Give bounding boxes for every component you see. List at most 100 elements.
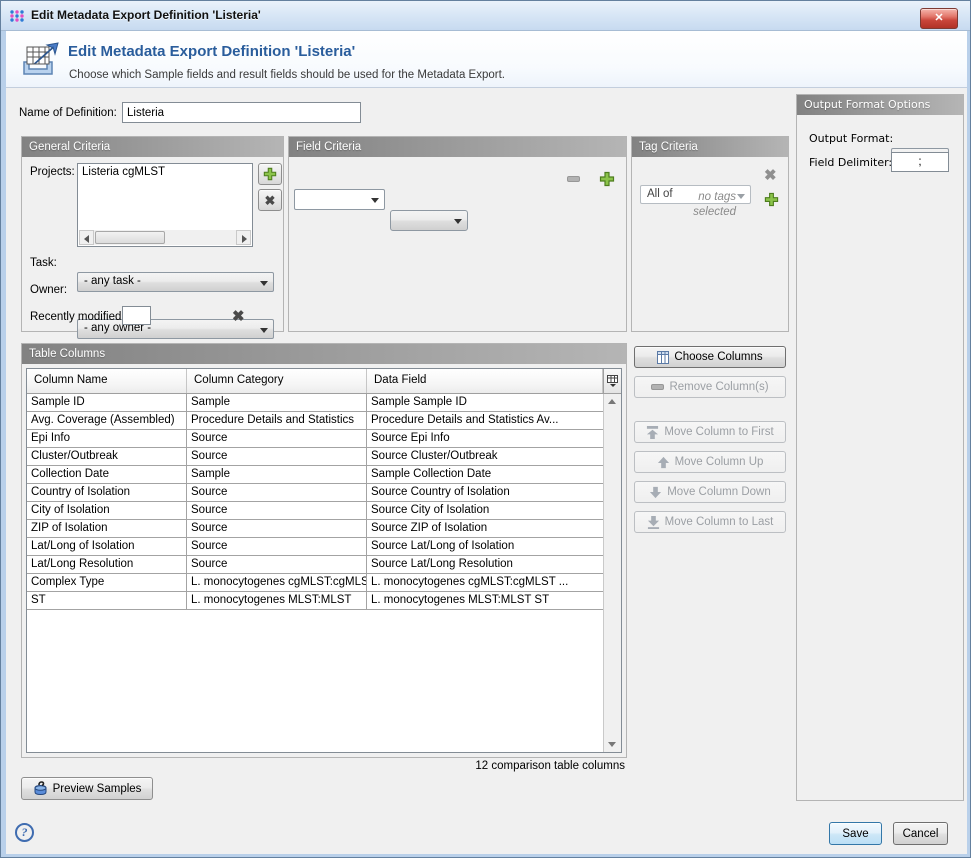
scroll-up-icon[interactable] bbox=[604, 394, 620, 409]
table-row[interactable]: Collection DateSampleSample Collection D… bbox=[27, 466, 603, 484]
clear-tags-icon[interactable]: ✖ bbox=[764, 168, 777, 183]
cancel-label: Cancel bbox=[903, 828, 939, 840]
task-dropdown[interactable]: - any task - bbox=[77, 272, 274, 292]
table-cell: L. monocytogenes MLST:MLST ST bbox=[367, 592, 603, 609]
table-row[interactable]: Lat/Long of IsolationSourceSource Lat/Lo… bbox=[27, 538, 603, 556]
recently-modified-input[interactable] bbox=[122, 306, 151, 325]
projects-horizontal-scrollbar[interactable] bbox=[79, 230, 251, 245]
tag-criteria-title: Tag Criteria bbox=[632, 137, 788, 157]
table-cell: Procedure Details and Statistics bbox=[187, 412, 367, 429]
field-dropdown[interactable] bbox=[294, 189, 385, 210]
table-cell: Source bbox=[187, 484, 367, 501]
preview-samples-label: Preview Samples bbox=[53, 783, 142, 795]
page-subtitle: Choose which Sample fields and result fi… bbox=[69, 69, 505, 81]
table-vertical-scrollbar[interactable] bbox=[603, 394, 621, 752]
arrow-down-icon bbox=[649, 486, 662, 499]
column-chooser-button[interactable] bbox=[603, 369, 621, 393]
output-format-label: Output Format: bbox=[809, 132, 893, 145]
table-row[interactable]: Lat/Long ResolutionSourceSource Lat/Long… bbox=[27, 556, 603, 574]
remove-project-button[interactable]: ✖ bbox=[258, 189, 282, 211]
preview-icon bbox=[33, 781, 48, 796]
remove-columns-button[interactable]: Remove Column(s) bbox=[634, 376, 786, 398]
window-title: Edit Metadata Export Definition 'Listeri… bbox=[31, 8, 261, 22]
recently-modified-label: Recently modified: bbox=[30, 311, 125, 323]
table-row[interactable]: ZIP of IsolationSourceSource ZIP of Isol… bbox=[27, 520, 603, 538]
move-column-first-button[interactable]: Move Column to First bbox=[634, 421, 786, 443]
arrow-to-top-icon bbox=[646, 426, 659, 439]
table-cell: Source City of Isolation bbox=[367, 502, 603, 519]
no-tags-text: no tags selected bbox=[672, 190, 736, 220]
table-cell: Complex Type bbox=[27, 574, 187, 591]
table-row[interactable]: Sample IDSampleSample Sample ID bbox=[27, 394, 603, 412]
page-title: Edit Metadata Export Definition 'Listeri… bbox=[68, 43, 355, 60]
scroll-down-icon[interactable] bbox=[604, 737, 620, 752]
move-column-down-button[interactable]: Move Column Down bbox=[634, 481, 786, 503]
preview-samples-button[interactable]: Preview Samples bbox=[21, 777, 153, 800]
table-row[interactable]: Country of IsolationSourceSource Country… bbox=[27, 484, 603, 502]
table-cell: L. monocytogenes MLST:MLST bbox=[187, 592, 367, 609]
table-row[interactable]: Epi InfoSourceSource Epi Info bbox=[27, 430, 603, 448]
close-icon: ✕ bbox=[934, 12, 943, 24]
table-row[interactable]: City of IsolationSourceSource City of Is… bbox=[27, 502, 603, 520]
table-cell: Sample bbox=[187, 466, 367, 483]
table-row[interactable]: Avg. Coverage (Assembled)Procedure Detai… bbox=[27, 412, 603, 430]
move-column-up-button[interactable]: Move Column Up bbox=[634, 451, 786, 473]
dialog-window: Edit Metadata Export Definition 'Listeri… bbox=[0, 0, 971, 858]
choose-columns-label: Choose Columns bbox=[674, 351, 762, 363]
table-cell: City of Isolation bbox=[27, 502, 187, 519]
clear-recently-modified-icon[interactable]: ✖ bbox=[232, 309, 245, 324]
move-column-last-label: Move Column to Last bbox=[665, 516, 774, 528]
add-criterion-icon[interactable] bbox=[599, 171, 615, 187]
close-button[interactable]: ✕ bbox=[920, 8, 958, 29]
scroll-left-icon[interactable] bbox=[79, 230, 94, 245]
move-column-down-label: Move Column Down bbox=[667, 486, 771, 498]
scroll-right-icon[interactable] bbox=[236, 230, 251, 245]
operator-dropdown[interactable] bbox=[390, 210, 468, 231]
table-cell: Source bbox=[187, 556, 367, 573]
table-cell: Sample bbox=[187, 394, 367, 411]
columns-table: Column Name Column Category Data Field S… bbox=[26, 368, 622, 753]
table-cell: Source bbox=[187, 538, 367, 555]
task-value: - any task - bbox=[84, 275, 141, 287]
scrollbar-thumb[interactable] bbox=[95, 231, 165, 244]
table-cell: Source Lat/Long Resolution bbox=[367, 556, 603, 573]
plus-icon bbox=[263, 167, 277, 181]
move-column-last-button[interactable]: Move Column to Last bbox=[634, 511, 786, 533]
table-cell: Source ZIP of Isolation bbox=[367, 520, 603, 537]
move-column-up-label: Move Column Up bbox=[675, 456, 764, 468]
table-cell: Lat/Long Resolution bbox=[27, 556, 187, 573]
table-cell: Source bbox=[187, 520, 367, 537]
projects-list[interactable]: Listeria cgMLST bbox=[77, 163, 253, 247]
tag-mode-value: All of bbox=[647, 188, 673, 200]
definition-name-label: Name of Definition: bbox=[19, 107, 117, 119]
metadata-export-icon bbox=[20, 40, 62, 78]
add-tag-icon[interactable] bbox=[764, 192, 779, 207]
arrow-up-icon bbox=[657, 456, 670, 469]
table-row[interactable]: Complex TypeL. monocytogenes cgMLST:cgML… bbox=[27, 574, 603, 592]
field-delimiter-input[interactable] bbox=[891, 152, 949, 172]
table-row[interactable]: STL. monocytogenes MLST:MLSTL. monocytog… bbox=[27, 592, 603, 610]
column-header-category[interactable]: Column Category bbox=[187, 369, 367, 393]
choose-columns-button[interactable]: Choose Columns bbox=[634, 346, 786, 368]
title-bar[interactable]: Edit Metadata Export Definition 'Listeri… bbox=[1, 1, 970, 31]
save-button[interactable]: Save bbox=[829, 822, 882, 845]
output-format-panel: Output Format Options Output Format: CSV… bbox=[796, 94, 964, 801]
cancel-button[interactable]: Cancel bbox=[893, 822, 948, 845]
column-header-name[interactable]: Column Name bbox=[27, 369, 187, 393]
field-delimiter-label: Field Delimiter: bbox=[809, 156, 892, 169]
column-header-datafield[interactable]: Data Field bbox=[367, 369, 603, 393]
table-cell: Source bbox=[187, 430, 367, 447]
add-project-button[interactable] bbox=[258, 163, 282, 185]
table-body[interactable]: Sample IDSampleSample Sample IDAvg. Cove… bbox=[27, 394, 603, 752]
delete-icon: ✖ bbox=[265, 194, 276, 207]
table-row[interactable]: Cluster/OutbreakSourceSource Cluster/Out… bbox=[27, 448, 603, 466]
table-cell: Source Cluster/Outbreak bbox=[367, 448, 603, 465]
definition-name-input[interactable] bbox=[122, 102, 361, 123]
help-icon[interactable]: ? bbox=[15, 823, 34, 842]
project-item[interactable]: Listeria cgMLST bbox=[78, 164, 252, 180]
minus-icon bbox=[651, 384, 664, 390]
general-criteria-title: General Criteria bbox=[22, 137, 283, 157]
table-cell: ST bbox=[27, 592, 187, 609]
arrow-to-bottom-icon bbox=[647, 516, 660, 529]
owner-label: Owner: bbox=[30, 284, 67, 296]
